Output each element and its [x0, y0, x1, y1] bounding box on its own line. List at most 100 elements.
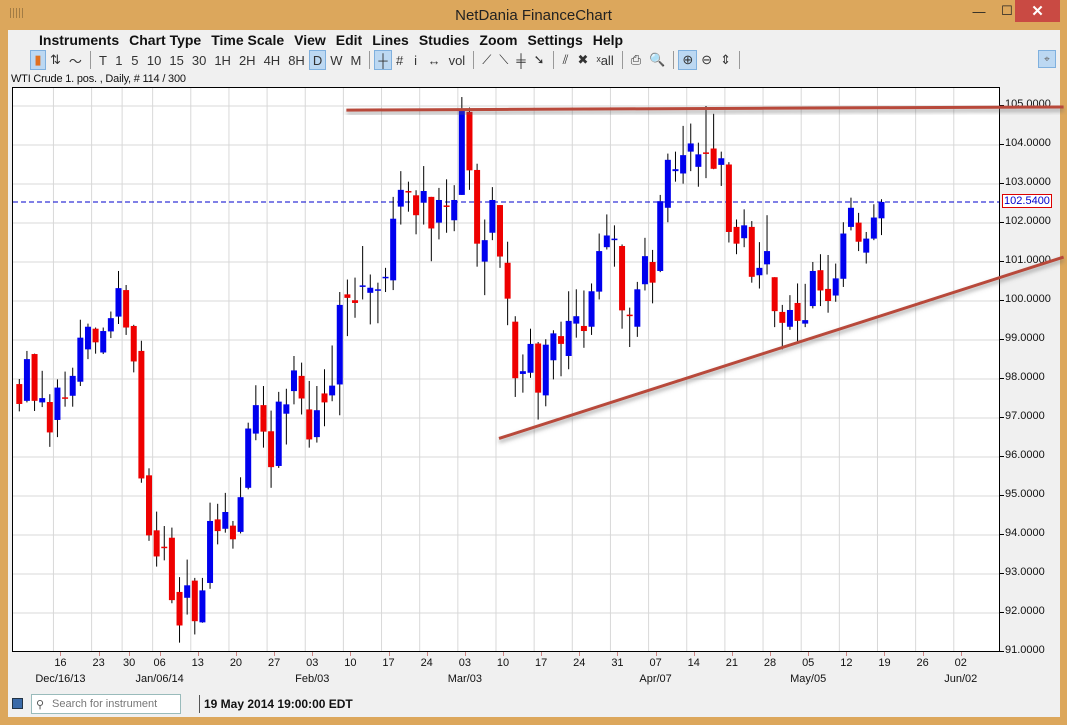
time-scale-5[interactable]: 5 [127, 50, 143, 70]
x-axis-tick [60, 652, 62, 656]
candle [550, 330, 557, 380]
candle [146, 468, 153, 541]
candle-body-down [558, 336, 565, 344]
ray-line-icon[interactable]: ⟍ [495, 50, 512, 70]
menu-lines[interactable]: Lines [367, 30, 414, 50]
x-axis-label: 10 [496, 657, 510, 669]
candle [306, 380, 313, 448]
x-axis-month-label: May/05 [790, 673, 827, 685]
candlestick-icon[interactable]: ▮ [30, 50, 46, 70]
search-icon: ⚲ [36, 699, 45, 711]
x-axis-tick [388, 652, 390, 656]
candle-body-down [535, 343, 542, 393]
print-preview-icon[interactable]: 🔍 [645, 50, 669, 70]
close-button[interactable]: ✕ [1015, 0, 1060, 22]
x-axis-month-label: Apr/07 [639, 673, 672, 685]
menu-help[interactable]: Help [588, 30, 628, 50]
line-chart-icon[interactable]: 〜 [65, 50, 86, 70]
menu-studies[interactable]: Studies [414, 30, 475, 50]
price-axis[interactable]: 102.5400 105.0000 104.0000 103.0000 102.000… [1000, 87, 1060, 656]
divider [199, 695, 200, 713]
status-bar: ⚲ Search for instrument 19 May 2014 19:0… [8, 692, 1060, 716]
menu-instruments[interactable]: Instruments [34, 30, 124, 50]
x-axis-tick [159, 652, 161, 656]
grid-icon[interactable]: # [392, 50, 408, 70]
time-scale-4H[interactable]: 4H [260, 50, 285, 70]
toolbar-separator [552, 51, 554, 69]
time-scale-M[interactable]: M [347, 50, 366, 70]
pin-icon[interactable]: ⌖ [1038, 50, 1056, 68]
instrument-info-label: WTI Crude 1. pos. , Daily, # 114 / 300 [11, 73, 186, 85]
candle-body-up [489, 199, 496, 233]
candle [390, 196, 397, 291]
time-scale-1[interactable]: 1 [111, 50, 127, 70]
candle [260, 386, 267, 448]
time-scale-15[interactable]: 15 [165, 50, 187, 70]
candle-body-down [352, 300, 359, 303]
candle-body-down [413, 195, 420, 216]
candle [435, 187, 442, 240]
candle [62, 371, 69, 407]
delete-icon[interactable]: ✖ [574, 50, 593, 70]
candle-body-up [565, 320, 572, 356]
candle [474, 163, 481, 267]
candle [504, 241, 511, 326]
menu-view[interactable]: View [289, 30, 331, 50]
candle-body-down [496, 205, 503, 257]
candle [840, 222, 847, 287]
time-axis[interactable]: 16 23 30 06 13 20 27 03 10 17 24 03 10 17 24 31 07 14 21 28… [12, 652, 1000, 692]
time-scale-W[interactable]: W [326, 50, 346, 70]
delete-all-icon[interactable]: ˣall [592, 50, 617, 70]
y-axis-label: 98.0000 [1005, 371, 1045, 383]
chart-plot-area[interactable] [12, 87, 1000, 653]
candle-body-down [710, 148, 717, 169]
y-axis-tick [1000, 651, 1004, 652]
candle-body-down [123, 290, 130, 328]
menu-zoom[interactable]: Zoom [474, 30, 522, 50]
menu-chart-type[interactable]: Chart Type [124, 30, 206, 50]
y-axis-label: 95.0000 [1005, 488, 1045, 500]
time-scale-1H[interactable]: 1H [210, 50, 235, 70]
fibonacci-icon[interactable]: ╪ [512, 50, 529, 70]
zoom-in-icon[interactable]: ⊕ [678, 50, 698, 70]
menu-time-scale[interactable]: Time Scale [206, 30, 289, 50]
candle-body-up [664, 159, 671, 208]
candle [680, 125, 687, 184]
candle [428, 196, 435, 262]
candle [580, 290, 587, 348]
minimize-button[interactable]: — [965, 0, 993, 22]
info-icon[interactable]: i [408, 50, 424, 70]
volume-icon[interactable]: vol [445, 50, 470, 70]
print-icon[interactable]: ⎙ [627, 50, 645, 70]
time-scale-T[interactable]: T [95, 50, 111, 70]
instrument-search-input[interactable]: ⚲ Search for instrument [31, 694, 181, 714]
time-scale-30[interactable]: 30 [188, 50, 210, 70]
candle-body-up [718, 158, 725, 165]
ohlc-bar-icon[interactable]: ⇅ [46, 50, 65, 70]
erase-icon[interactable]: ⫽ [558, 50, 574, 70]
candle [832, 263, 839, 302]
crosshair-icon[interactable]: ┼ [374, 50, 392, 70]
menu-settings[interactable]: Settings [523, 30, 588, 50]
candle [39, 370, 46, 408]
candle-body-up [527, 343, 534, 373]
zoom-fit-icon[interactable]: ⇕ [716, 50, 735, 70]
time-scale-2H[interactable]: 2H [235, 50, 260, 70]
time-scale-10[interactable]: 10 [143, 50, 165, 70]
y-axis-tick [1000, 456, 1004, 457]
scroll-icon[interactable]: ↔ [424, 50, 445, 70]
candle-body-up [199, 590, 206, 623]
zoom-out-icon[interactable]: ⊖ [697, 50, 716, 70]
toolbar-separator [739, 51, 741, 69]
y-axis-label: 104.0000 [1005, 137, 1051, 149]
time-scale-8H[interactable]: 8H [284, 50, 309, 70]
candle-body-up [756, 267, 763, 276]
candle-body-up [603, 235, 610, 248]
time-scale-D[interactable]: D [308, 50, 327, 70]
candle [405, 181, 412, 212]
x-axis-tick [274, 652, 276, 656]
menu-edit[interactable]: Edit [331, 30, 367, 50]
arrow-line-icon[interactable]: ➘ [530, 50, 549, 70]
crosshair-datetime: 19 May 2014 19:00:00 EDT [204, 697, 353, 711]
trend-line-icon[interactable]: ⟋ [478, 50, 495, 70]
